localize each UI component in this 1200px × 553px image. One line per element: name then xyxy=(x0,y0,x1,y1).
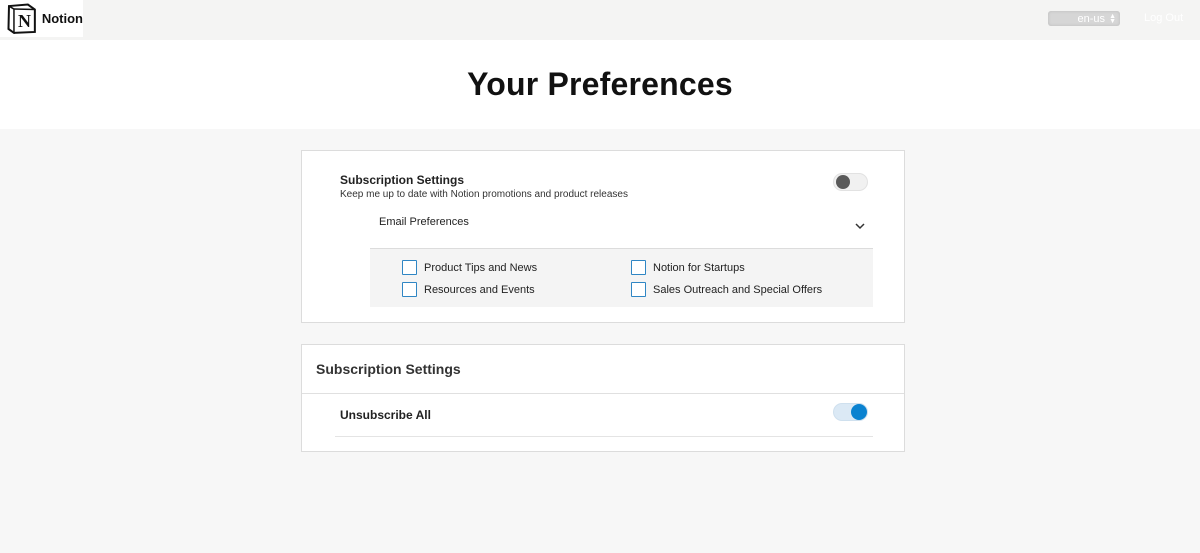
subscription-description: Keep me up to date with Notion promotion… xyxy=(340,189,628,200)
logo-letter: N xyxy=(18,11,31,31)
option-notion-for-startups[interactable]: Notion for Startups xyxy=(631,260,745,275)
checkbox[interactable] xyxy=(631,260,646,275)
toggle-knob xyxy=(836,175,850,189)
divider xyxy=(302,393,904,394)
option-label: Resources and Events xyxy=(424,283,535,296)
unsubscribe-card-title: Subscription Settings xyxy=(316,361,461,377)
page-header: Your Preferences xyxy=(0,40,1200,129)
toggle-knob xyxy=(851,404,867,420)
option-label: Notion for Startups xyxy=(653,261,745,274)
promotions-toggle[interactable] xyxy=(833,173,868,191)
logout-link[interactable]: Log Out xyxy=(1144,12,1183,24)
option-product-tips[interactable]: Product Tips and News xyxy=(402,260,537,275)
subscription-settings-card: Subscription Settings Keep me up to date… xyxy=(301,150,905,323)
checkbox[interactable] xyxy=(402,282,417,297)
brand-name: Notion xyxy=(41,11,83,26)
option-resources-events[interactable]: Resources and Events xyxy=(402,282,535,297)
page-title: Your Preferences xyxy=(467,66,733,102)
language-value: en-us xyxy=(1077,12,1106,25)
checkbox[interactable] xyxy=(402,260,417,275)
divider xyxy=(335,436,873,437)
select-arrows-icon: ▲ ▼ xyxy=(1109,12,1116,25)
language-select[interactable]: en-us ▲ ▼ xyxy=(1048,11,1120,26)
email-preferences-panel: Product Tips and News Notion for Startup… xyxy=(370,248,873,307)
option-label: Sales Outreach and Special Offers xyxy=(653,283,823,296)
unsubscribe-card: Subscription Settings Unsubscribe All xyxy=(301,344,905,452)
option-sales-outreach[interactable]: Sales Outreach and Special Offers xyxy=(631,282,822,297)
notion-logo-icon: N xyxy=(7,3,36,34)
unsubscribe-all-label: Unsubscribe All xyxy=(340,408,431,422)
unsubscribe-all-toggle[interactable] xyxy=(833,403,868,421)
notion-logo[interactable]: N Notion xyxy=(0,0,83,37)
checkbox[interactable] xyxy=(631,282,646,297)
top-bar: N Notion en-us ▲ ▼ Log Out xyxy=(0,0,1200,40)
subscription-settings-title: Subscription Settings xyxy=(340,173,465,187)
chevron-down-icon[interactable] xyxy=(854,220,866,232)
email-preferences-label[interactable]: Email Preferences xyxy=(379,216,469,228)
option-label: Product Tips and News xyxy=(424,261,538,274)
